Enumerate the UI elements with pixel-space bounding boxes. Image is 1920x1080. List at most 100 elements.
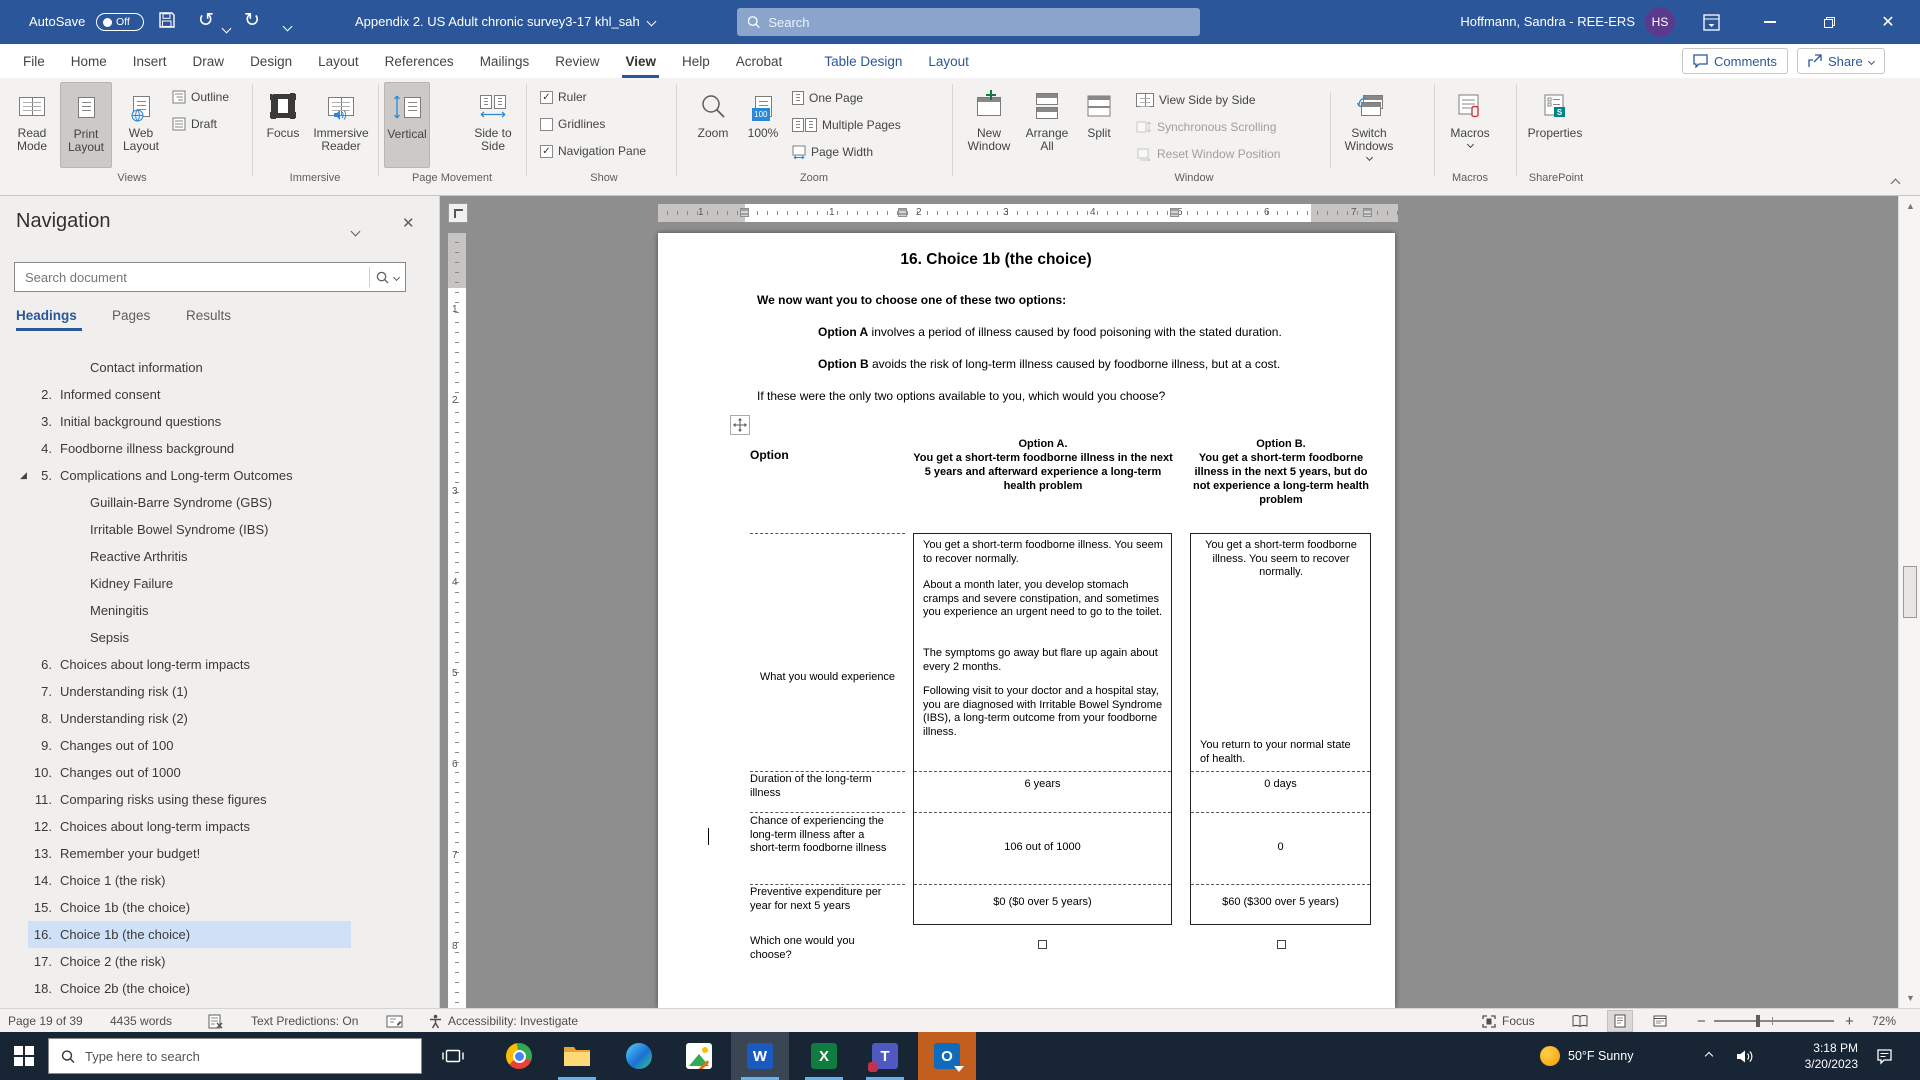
minimize-button[interactable] <box>1747 0 1793 44</box>
document-search-input[interactable] <box>15 270 369 285</box>
zoom-slider[interactable] <box>1714 1009 1834 1033</box>
scrollbar-thumb[interactable] <box>1903 566 1917 618</box>
nav-heading-kidney-failure[interactable]: Kidney Failure <box>28 570 351 597</box>
horizontal-ruler[interactable]: 1 1 2 3 4 5 6 7 <box>658 204 1398 222</box>
option-a-checkbox[interactable] <box>1038 940 1047 949</box>
option-b-checkbox[interactable] <box>1277 940 1286 949</box>
nav-heading-gbs[interactable]: Guillain-Barre Syndrome (GBS) <box>28 489 351 516</box>
side-to-side-button[interactable]: Side to Side <box>468 82 518 168</box>
file-explorer-icon[interactable] <box>548 1032 606 1080</box>
zoom-button[interactable]: Zoom <box>690 82 736 168</box>
table-column-marker[interactable] <box>898 208 907 217</box>
autosave-toggle[interactable]: Off <box>96 13 144 31</box>
switch-windows-button[interactable]: Switch Windows <box>1338 82 1400 168</box>
edge-icon[interactable] <box>610 1032 668 1080</box>
zoom-out-button[interactable]: − <box>1697 1009 1706 1033</box>
draft-button[interactable]: Draft <box>172 115 217 133</box>
excel-icon[interactable]: X <box>795 1032 853 1080</box>
redo-icon[interactable]: ↻ <box>244 11 260 30</box>
tab-design[interactable]: Design <box>237 44 305 78</box>
arrange-all-button[interactable]: Arrange All <box>1020 82 1074 168</box>
more-commands-icon[interactable] <box>283 22 293 32</box>
page-indicator[interactable]: Page 19 of 39 <box>8 1009 83 1033</box>
multiple-pages-button[interactable]: Multiple Pages <box>792 116 901 134</box>
nav-heading-meningitis[interactable]: Meningitis <box>28 597 351 624</box>
table-column-marker[interactable] <box>1363 208 1372 217</box>
tab-review[interactable]: Review <box>542 44 612 78</box>
nav-heading-reactive-arthritis[interactable]: Reactive Arthritis <box>28 543 351 570</box>
nav-heading-13[interactable]: 13.Remember your budget! <box>28 840 351 867</box>
nav-heading-5[interactable]: ◢5.Complications and Long-term Outcomes <box>28 462 351 489</box>
table-move-handle-icon[interactable] <box>730 415 750 435</box>
zoom-slider-handle[interactable] <box>1756 1015 1760 1027</box>
close-button[interactable]: ✕ <box>1865 0 1911 44</box>
page-width-button[interactable]: Page Width <box>792 143 873 161</box>
nav-heading-14[interactable]: 14.Choice 1 (the risk) <box>28 867 351 894</box>
one-page-button[interactable]: One Page <box>792 89 863 107</box>
view-side-by-side-button[interactable]: View Side by Side <box>1136 91 1256 109</box>
print-layout-view-button[interactable] <box>1607 1009 1633 1033</box>
restore-button[interactable] <box>1806 0 1852 44</box>
tab-acrobat[interactable]: Acrobat <box>723 44 796 78</box>
share-button[interactable]: Share <box>1797 48 1885 74</box>
nav-heading-sepsis[interactable]: Sepsis <box>28 624 351 651</box>
tab-stop-selector[interactable] <box>448 203 468 223</box>
show-hidden-icons-button[interactable] <box>1706 1032 1712 1080</box>
nav-heading-18[interactable]: 18.Choice 2b (the choice) <box>28 975 351 1002</box>
tab-table-design[interactable]: Table Design <box>811 44 915 78</box>
tab-table-layout[interactable]: Layout <box>915 44 982 78</box>
word-count[interactable]: 4435 words <box>110 1009 172 1033</box>
print-layout-button[interactable]: Print Layout <box>60 82 112 168</box>
nav-heading-17[interactable]: 17.Choice 2 (the risk) <box>28 948 351 975</box>
tab-layout[interactable]: Layout <box>305 44 372 78</box>
word-icon[interactable]: W <box>731 1032 789 1080</box>
search-icon[interactable] <box>376 271 389 284</box>
action-center-icon[interactable] <box>1876 1032 1893 1080</box>
clock[interactable]: 3:18 PM 3/20/2023 <box>1772 1032 1858 1080</box>
zoom-in-button[interactable]: + <box>1845 1009 1854 1033</box>
navigation-pane-checkbox[interactable]: ✓Navigation Pane <box>540 142 646 160</box>
volume-icon[interactable] <box>1736 1032 1754 1080</box>
image-editor-icon[interactable] <box>670 1032 728 1080</box>
tab-help[interactable]: Help <box>669 44 723 78</box>
save-icon[interactable] <box>158 11 176 32</box>
start-button[interactable] <box>0 1032 48 1080</box>
focus-button[interactable]: Focus <box>258 82 308 168</box>
document-title-area[interactable]: Appendix 2. US Adult chronic survey3-17 … <box>355 14 655 29</box>
properties-button[interactable]: S Properties <box>1524 82 1586 168</box>
ribbon-display-options-icon[interactable] <box>1688 0 1734 44</box>
vertical-scrollbar[interactable]: ▲ ▼ <box>1898 196 1920 1008</box>
nav-heading-15[interactable]: 15.Choice 1b (the choice) <box>28 894 351 921</box>
nav-tab-headings[interactable]: Headings <box>16 308 77 323</box>
tab-view[interactable]: View <box>612 44 669 78</box>
nav-heading-11[interactable]: 11.Comparing risks using these figures <box>28 786 351 813</box>
nav-heading-9[interactable]: 9.Changes out of 100 <box>28 732 351 759</box>
search-input[interactable] <box>768 15 1190 30</box>
teams-icon[interactable]: T <box>856 1032 914 1080</box>
search-options-dropdown-icon[interactable] <box>393 273 400 280</box>
collapse-ribbon-icon[interactable] <box>1892 176 1899 190</box>
accessibility-status[interactable]: Accessibility: Investigate <box>429 1009 578 1033</box>
web-layout-button[interactable]: Web Layout <box>114 82 168 168</box>
immersive-reader-button[interactable]: Immersive Reader <box>310 82 372 168</box>
gridlines-checkbox[interactable]: Gridlines <box>540 115 605 133</box>
document-page[interactable]: 16. Choice 1b (the choice) We now want y… <box>658 233 1395 1008</box>
taskbar-search-input[interactable] <box>85 1049 409 1064</box>
scroll-up-icon[interactable]: ▲ <box>1906 201 1915 211</box>
nav-heading-4[interactable]: 4.Foodborne illness background <box>28 435 351 462</box>
tab-insert[interactable]: Insert <box>120 44 180 78</box>
nav-heading-3[interactable]: 3.Initial background questions <box>28 408 351 435</box>
nav-tab-pages[interactable]: Pages <box>112 308 150 323</box>
comments-button[interactable]: Comments <box>1682 48 1788 74</box>
search-bar[interactable] <box>737 8 1200 36</box>
weather-widget[interactable]: 50°F Sunny <box>1540 1032 1633 1080</box>
vertical-button[interactable]: Vertical <box>384 82 430 168</box>
outline-button[interactable]: Outline <box>172 88 229 106</box>
tab-references[interactable]: References <box>372 44 467 78</box>
user-name[interactable]: Hoffmann, Sandra - REE-ERS <box>1400 14 1635 29</box>
focus-mode-button[interactable]: Focus <box>1482 1009 1535 1033</box>
tab-draw[interactable]: Draw <box>180 44 238 78</box>
macros-button[interactable]: Macros <box>1444 82 1496 168</box>
table-column-marker[interactable] <box>740 208 749 217</box>
editing-mode-icon[interactable] <box>386 1009 403 1033</box>
